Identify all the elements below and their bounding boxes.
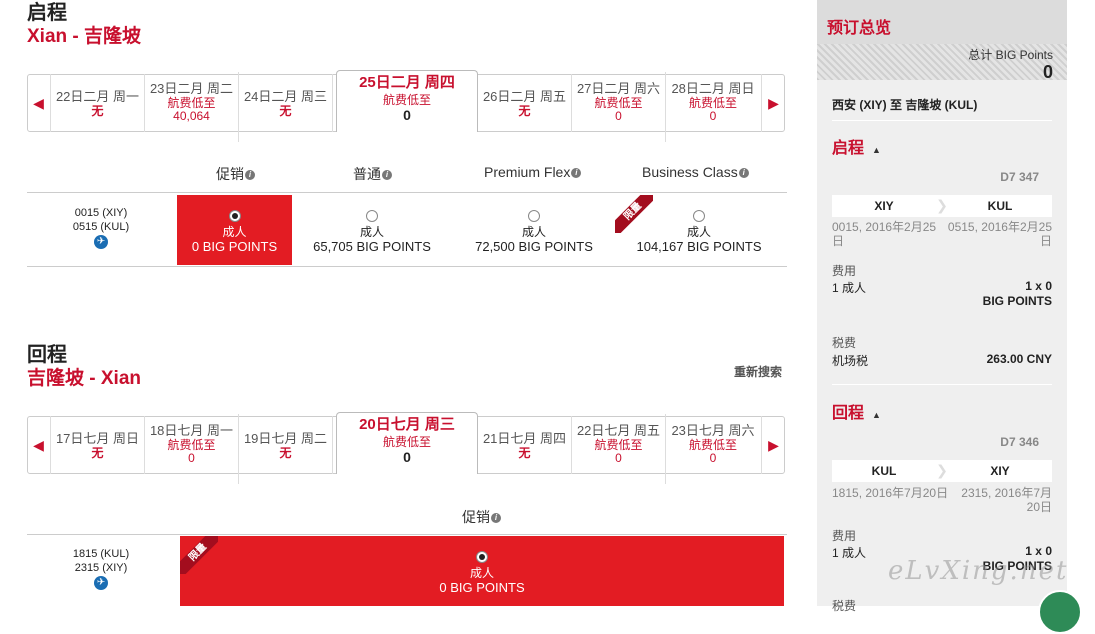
date-tab-selected[interactable]: 20日七月 周三 航费低至 0 <box>336 412 478 474</box>
fare-option-promo[interactable]: 成人 0 BIG POINTS <box>180 536 784 606</box>
fare-option-premium-flex[interactable]: 成人 72,500 BIG POINTS <box>459 195 609 265</box>
flight-number: D7 347 <box>1000 170 1039 184</box>
fare-option-promo[interactable]: 成人 0 BIG POINTS <box>177 195 292 265</box>
flight-times: 0015 (XIY) 0515 (KUL) ✈ <box>72 207 130 249</box>
flight-details-plane-icon[interactable]: ✈ <box>94 235 108 249</box>
date-tab[interactable]: 19日七月 周二无 <box>239 416 333 474</box>
fare-column-header[interactable]: Premium Flex i <box>484 164 582 180</box>
watermark: eLvXing.net <box>888 556 1069 586</box>
outbound-date-bar: ◀ 22日二月 周一无 23日二月 周二 航费低至 40,064 24日二月 周三无… <box>27 70 785 142</box>
fare-option-business[interactable]: 成人 104,167 BIG POINTS <box>624 195 774 265</box>
summary-outbound-toggle[interactable]: 启程 ▲ <box>832 134 881 158</box>
flight-number: D7 346 <box>1000 435 1039 449</box>
summary-inbound-toggle[interactable]: 回程 ▲ <box>832 399 881 423</box>
info-icon[interactable]: i <box>382 170 392 181</box>
arrive-time: 0515, 2016年2月25日 <box>947 220 1052 248</box>
tax-item: 机场税 <box>832 354 869 368</box>
date-tab[interactable]: 17日七月 周日无 <box>51 416 145 474</box>
research-link[interactable]: 重新搜索 <box>734 363 782 380</box>
date-tab[interactable]: 26日二月 周五无 <box>478 74 572 132</box>
summary-title: 预订总览 <box>827 20 892 37</box>
prev-dates-arrow-icon[interactable]: ◀ <box>27 416 51 474</box>
date-tab[interactable]: 18日七月 周一 航费低至 0 <box>145 414 239 484</box>
pax-count: 1 成人 <box>832 281 867 295</box>
next-dates-arrow-icon[interactable]: ▶ <box>761 74 785 132</box>
inbound-route: 吉隆坡 - Xian <box>27 368 142 389</box>
outbound-flight-row: 0015 (XIY) 0515 (KUL) ✈ 成人 0 BIG POINTS … <box>27 192 787 267</box>
info-icon[interactable]: i <box>491 513 501 524</box>
fare-column-header[interactable]: 促销 i <box>462 507 501 527</box>
info-icon[interactable]: i <box>738 168 749 179</box>
pax-count: 1 成人 <box>832 546 867 560</box>
date-tab[interactable]: 21日七月 周四无 <box>478 416 572 474</box>
prev-dates-arrow-icon[interactable]: ◀ <box>27 74 51 132</box>
date-tab[interactable]: 23日二月 周二 航费低至 40,064 <box>145 72 239 142</box>
booking-summary-panel: 预订总览 总计 BIG Points 0 西安 (XIY) 至 吉隆坡 (KUL… <box>817 0 1067 613</box>
collapse-triangle-icon: ▲ <box>872 410 881 420</box>
date-tab[interactable]: 22日二月 周一无 <box>51 74 145 132</box>
date-tab[interactable]: 22日七月 周五 航费低至 0 <box>572 414 666 484</box>
date-tab[interactable]: 28日二月 周日 航费低至 0 <box>666 72 760 142</box>
flight-times: 1815 (KUL) 2315 (XIY) ✈ <box>72 548 130 590</box>
fare-column-header[interactable]: Business Class i <box>642 164 749 180</box>
info-icon[interactable]: i <box>571 168 582 179</box>
outbound-route: Xian - 吉隆坡 <box>27 26 142 47</box>
tax-label: 税费 <box>832 336 857 350</box>
next-dates-arrow-icon[interactable]: ▶ <box>761 416 785 474</box>
depart-time: 0015, 2016年2月25日 <box>832 220 937 248</box>
fare-radio[interactable] <box>228 210 241 222</box>
fare-radio[interactable] <box>366 210 378 222</box>
fare-radio[interactable] <box>693 210 705 222</box>
date-tab[interactable]: 27日二月 周六 航费低至 0 <box>572 72 666 142</box>
flight-details-plane-icon[interactable]: ✈ <box>94 576 108 590</box>
fee-value: 1 x 0 BIG POINTS <box>982 279 1052 308</box>
collapse-triangle-icon: ▲ <box>872 145 881 155</box>
depart-time: 1815, 2016年7月20日 <box>832 486 949 500</box>
inbound-date-bar: ◀ 17日七月 周日无 18日七月 周一 航费低至 0 19日七月 周二无 20日七… <box>27 412 785 484</box>
airport-pair: KUL ❯ XIY <box>832 460 1052 482</box>
date-tab[interactable]: 23日七月 周六 航费低至 0 <box>666 414 760 484</box>
limited-ribbon: 限量 <box>180 536 218 574</box>
fare-radio[interactable] <box>528 210 540 222</box>
fare-option-regular[interactable]: 成人 65,705 BIG POINTS <box>297 195 447 265</box>
fare-radio[interactable] <box>476 551 488 563</box>
inbound-flight-row: 1815 (KUL) 2315 (XIY) ✈ 成人 0 BIG POINTS … <box>27 534 787 606</box>
total-label: 总计 BIG Points <box>968 48 1053 62</box>
fee-label: 费用 <box>832 264 857 278</box>
arrive-time: 2315, 2016年7月20日 <box>961 486 1052 514</box>
airport-pair: XIY ❯ KUL <box>832 195 1052 217</box>
info-icon[interactable]: i <box>245 170 255 181</box>
date-tab[interactable]: 24日二月 周三无 <box>239 74 333 132</box>
fare-column-header[interactable]: 普通 i <box>353 164 392 184</box>
fee-label: 费用 <box>832 529 857 543</box>
summary-route: 西安 (XIY) 至 吉隆坡 (KUL) <box>832 98 978 112</box>
globe-icon <box>1038 590 1082 634</box>
date-tab-selected[interactable]: 25日二月 周四 航费低至 0 <box>336 70 478 132</box>
tax-value: 263.00 CNY <box>986 352 1052 366</box>
fare-column-header[interactable]: 促销 i <box>216 164 255 184</box>
